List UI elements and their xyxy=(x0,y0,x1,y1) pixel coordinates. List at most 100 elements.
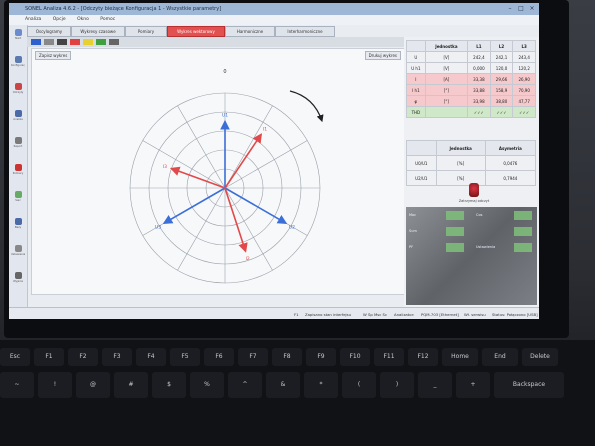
sidebar-item-raport[interactable]: Raport xyxy=(11,137,25,155)
home-icon xyxy=(14,29,22,36)
vector-label: U3 xyxy=(155,225,161,231)
color-swatch[interactable] xyxy=(31,39,41,45)
vector-label: I2 xyxy=(246,256,250,262)
vector-label: I1 xyxy=(263,127,267,133)
key: Home xyxy=(442,348,478,366)
zero-degree-label: 0 xyxy=(223,69,226,75)
cell-l3: ✓✓✓ xyxy=(512,106,536,118)
wrench-icon xyxy=(14,56,22,63)
cell-name: U h1 xyxy=(406,62,426,74)
cell-l2: ✓✓✓ xyxy=(489,106,514,118)
cell-l1: 33,88 xyxy=(467,84,491,96)
key: F2 xyxy=(68,348,98,366)
sidebar-item-konfiguracja[interactable]: Konfiguracja xyxy=(11,56,25,74)
knob-icon xyxy=(469,183,479,197)
sidebar-item-label: Odczyty xyxy=(12,91,24,94)
key: F4 xyxy=(136,348,166,366)
sidebar-item-bazy[interactable]: Bazy xyxy=(11,218,25,236)
key: * xyxy=(304,372,338,398)
status-model: PQM-703 [Ethernet] xyxy=(421,312,459,317)
grid-spoke xyxy=(177,105,226,189)
table-row: I [A] 33,38 29,66 26,90 xyxy=(406,73,536,85)
key: Delete xyxy=(522,348,558,366)
tab-oscylogramy[interactable]: Oscylogramy xyxy=(27,26,71,37)
color-swatch[interactable] xyxy=(70,39,80,45)
document-icon xyxy=(14,137,22,144)
vector-label: U2 xyxy=(289,225,295,231)
sidebar-item-sieć[interactable]: Sieć xyxy=(11,191,25,209)
tab-wykresy-czasowe[interactable]: Wykresy czasowe xyxy=(71,26,125,37)
maximize-button[interactable]: □ xyxy=(516,4,526,13)
menu-opcje[interactable]: Opcje xyxy=(53,17,66,22)
grid-icon xyxy=(14,191,22,198)
key: _ xyxy=(418,372,452,398)
sidebar-item-analiza[interactable]: Analiza xyxy=(11,110,25,128)
tab-pomiary[interactable]: Pomiary xyxy=(125,26,167,37)
status-service-link[interactable]: Wł. serwisu xyxy=(464,312,486,317)
color-swatch[interactable] xyxy=(44,39,54,45)
color-swatch[interactable] xyxy=(109,39,119,45)
key: F1 xyxy=(34,348,64,366)
sidebar-item-wyjście[interactable]: Wyjście xyxy=(11,272,25,290)
sidebar-item-label: Raport xyxy=(13,145,23,148)
key: ( xyxy=(342,372,376,398)
photo-label-2: Sum xyxy=(409,229,417,233)
phasor-diagram: U1 U2 U3 I1 I2 I3 0 xyxy=(129,69,324,284)
header-name xyxy=(406,40,426,52)
cell-l2: 242,1 xyxy=(489,51,514,63)
vector-i1 xyxy=(224,133,263,189)
minimize-button[interactable]: – xyxy=(505,4,515,13)
table-row: U h1 [V] 0,000 120,0 120,2 xyxy=(406,62,536,74)
sidebar-item-start[interactable]: Start xyxy=(11,29,25,47)
indicator xyxy=(446,211,464,220)
key: % xyxy=(190,372,224,398)
sidebar-item-pomiary[interactable]: Pomiary xyxy=(11,164,25,182)
sidebar-item-odczyty[interactable]: Odczyty xyxy=(11,83,25,101)
key: F6 xyxy=(204,348,234,366)
close-button[interactable]: × xyxy=(527,4,537,13)
menu-okno[interactable]: Okno xyxy=(77,17,89,22)
tab-wykres-wektorowy[interactable]: Wykres wektorowy xyxy=(167,26,225,37)
sidebar-item-ustawienia[interactable]: Ustawienia xyxy=(11,245,25,263)
table-row: U [V] 242,4 242,1 243,4 xyxy=(406,51,536,63)
tab-interharmoniczne[interactable]: Interharmoniczne xyxy=(275,26,335,37)
cell-unit: [V] xyxy=(424,62,469,74)
key: + xyxy=(456,372,490,398)
photo-label-3: PF xyxy=(409,245,414,249)
header-l3: L3 xyxy=(512,40,536,52)
cell-l1: 242,4 xyxy=(467,51,491,63)
key: F9 xyxy=(306,348,336,366)
key: Esc xyxy=(0,348,30,366)
header-l2: L2 xyxy=(489,40,514,52)
indicator xyxy=(446,227,464,236)
gauge-icon xyxy=(14,164,22,171)
cell-unit: [A] xyxy=(424,73,469,85)
key: Backspace xyxy=(494,372,564,398)
key: ! xyxy=(38,372,72,398)
photo-label-1: Moc xyxy=(409,213,417,217)
cell-l3: 120,2 xyxy=(512,62,536,74)
color-swatch[interactable] xyxy=(96,39,106,45)
color-swatch[interactable] xyxy=(57,39,67,45)
tab-harmoniczne[interactable]: Harmoniczne xyxy=(225,26,275,37)
status-analyzer: Analizator: xyxy=(394,312,415,317)
menu-analiza[interactable]: Analiza xyxy=(25,17,41,22)
chart-icon xyxy=(14,110,22,117)
menu-pomoc[interactable]: Pomoc xyxy=(100,17,115,22)
status-f1: F1 xyxy=(294,312,299,317)
cell-l2: 29,66 xyxy=(489,73,514,85)
cell-l3: 47,77 xyxy=(512,95,536,107)
meter-icon xyxy=(14,83,22,90)
cell-unit: [°] xyxy=(424,84,469,96)
color-swatch[interactable] xyxy=(83,39,93,45)
cell-l1: 33,98 xyxy=(467,95,491,107)
exit-icon xyxy=(14,272,22,279)
sidebar-item-label: Ustawienia xyxy=(11,253,25,256)
stop-reading-toggle[interactable]: Zatrzymaj odczyt xyxy=(444,183,504,203)
vector-u3 xyxy=(162,187,226,224)
screen: SONEL Analiza 4.6.2 - [Odczyty bieżące K… xyxy=(9,3,539,319)
key: End xyxy=(482,348,518,366)
cell-unit xyxy=(424,106,469,118)
key: ~ xyxy=(0,372,34,398)
cell-name: I xyxy=(406,73,426,85)
